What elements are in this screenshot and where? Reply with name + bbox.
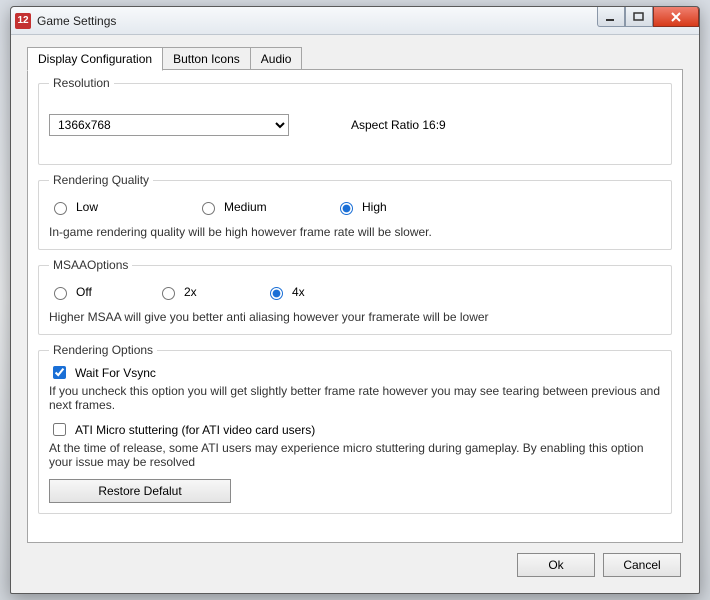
group-resolution: Resolution 1366x768 Aspect Ratio 16:9: [38, 76, 672, 165]
titlebar[interactable]: 12 Game Settings: [11, 7, 699, 35]
checkbox-vsync-label: Wait For Vsync: [75, 366, 156, 380]
radio-msaa-off-label: Off: [76, 285, 92, 299]
hint-rendering-quality: In-game rendering quality will be high h…: [49, 225, 661, 239]
close-button[interactable]: [653, 7, 699, 27]
radio-msaa-off[interactable]: Off: [49, 284, 129, 300]
legend-rendering-options: Rendering Options: [49, 343, 157, 357]
minimize-button[interactable]: [597, 7, 625, 27]
hint-vsync: If you uncheck this option you will get …: [49, 384, 661, 412]
aspect-ratio-label: Aspect Ratio 16:9: [351, 118, 446, 132]
radio-msaa-2x-label: 2x: [184, 285, 197, 299]
group-rendering-options: Rendering Options Wait For Vsync If you …: [38, 343, 672, 514]
checkbox-ati[interactable]: ATI Micro stuttering (for ATI video card…: [49, 420, 661, 439]
radio-rq-low[interactable]: Low: [49, 199, 169, 215]
tab-button-icons[interactable]: Button Icons: [162, 47, 251, 71]
checkbox-ati-label: ATI Micro stuttering (for ATI video card…: [75, 423, 315, 437]
group-rendering-quality: Rendering Quality Low Medium High In-gam…: [38, 173, 672, 250]
radio-rq-low-label: Low: [76, 200, 98, 214]
legend-msaa: MSAAOptions: [49, 258, 132, 272]
app-icon: 12: [15, 13, 31, 29]
group-msaa: MSAAOptions Off 2x 4x Higher MSAA will g…: [38, 258, 672, 335]
radio-msaa-4x[interactable]: 4x: [265, 284, 305, 300]
window-title: Game Settings: [37, 14, 116, 28]
radio-msaa-2x[interactable]: 2x: [157, 284, 237, 300]
tab-panel-display: Resolution 1366x768 Aspect Ratio 16:9 Re…: [27, 69, 683, 543]
radio-rq-high[interactable]: High: [335, 199, 387, 215]
radio-rq-medium-label: Medium: [224, 200, 267, 214]
dialog-footer: Ok Cancel: [517, 553, 681, 577]
restore-default-button[interactable]: Restore Defalut: [49, 479, 231, 503]
cancel-button[interactable]: Cancel: [603, 553, 681, 577]
tabstrip: Display Configuration Button Icons Audio: [27, 47, 301, 71]
legend-rendering-quality: Rendering Quality: [49, 173, 153, 187]
legend-resolution: Resolution: [49, 76, 114, 90]
client-area: Display Configuration Button Icons Audio…: [19, 41, 691, 585]
window-controls: [597, 7, 699, 27]
hint-msaa: Higher MSAA will give you better anti al…: [49, 310, 661, 324]
hint-ati: At the time of release, some ATI users m…: [49, 441, 661, 469]
radio-msaa-4x-label: 4x: [292, 285, 305, 299]
resolution-select[interactable]: 1366x768: [49, 114, 289, 136]
radio-rq-high-label: High: [362, 200, 387, 214]
maximize-button[interactable]: [625, 7, 653, 27]
tab-display-configuration[interactable]: Display Configuration: [27, 47, 163, 71]
radio-rq-medium[interactable]: Medium: [197, 199, 307, 215]
checkbox-vsync[interactable]: Wait For Vsync: [49, 363, 661, 382]
tab-audio[interactable]: Audio: [250, 47, 303, 71]
ok-button[interactable]: Ok: [517, 553, 595, 577]
settings-window: 12 Game Settings Display Configuration B…: [10, 6, 700, 594]
